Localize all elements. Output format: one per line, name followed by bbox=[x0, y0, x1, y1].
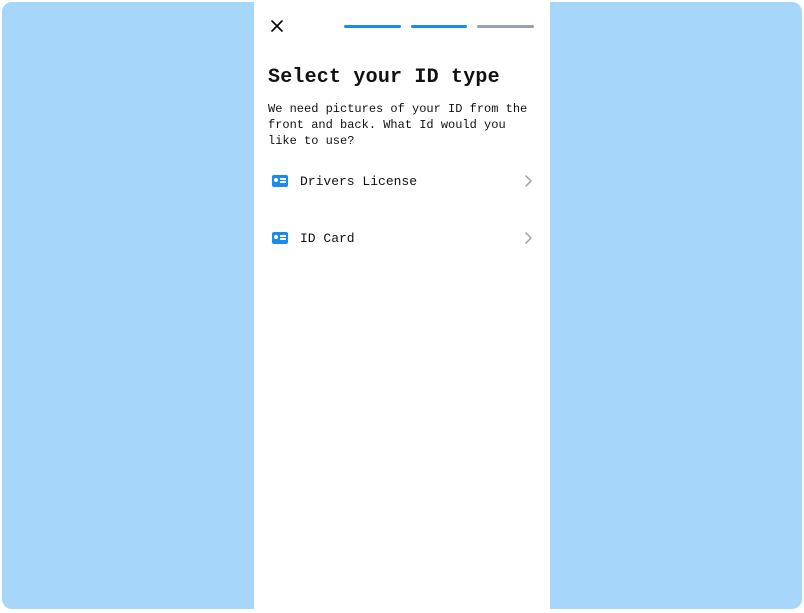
progress-segment-2 bbox=[411, 25, 468, 28]
app-frame: Select your ID type We need pictures of … bbox=[2, 2, 802, 609]
chevron-right-icon bbox=[524, 232, 532, 244]
content-area: Select your ID type We need pictures of … bbox=[268, 36, 536, 252]
page-title: Select your ID type bbox=[268, 66, 536, 89]
progress-segment-3 bbox=[477, 25, 534, 28]
option-label: Drivers License bbox=[300, 174, 512, 189]
top-bar bbox=[268, 16, 536, 36]
backdrop-left bbox=[2, 2, 254, 609]
close-icon bbox=[271, 20, 283, 32]
page-subtitle: We need pictures of your ID from the fro… bbox=[268, 101, 536, 150]
id-options-list: Drivers License ID Card bbox=[268, 168, 536, 252]
chevron-right-icon bbox=[524, 175, 532, 187]
id-card-icon bbox=[272, 175, 288, 187]
close-button[interactable] bbox=[268, 17, 286, 35]
progress-bar bbox=[344, 25, 534, 28]
option-id-card[interactable]: ID Card bbox=[268, 225, 536, 252]
progress-segment-1 bbox=[344, 25, 401, 28]
id-card-icon bbox=[272, 232, 288, 244]
backdrop-right bbox=[550, 2, 802, 609]
modal-panel: Select your ID type We need pictures of … bbox=[254, 2, 550, 609]
option-drivers-license[interactable]: Drivers License bbox=[268, 168, 536, 195]
option-label: ID Card bbox=[300, 231, 512, 246]
